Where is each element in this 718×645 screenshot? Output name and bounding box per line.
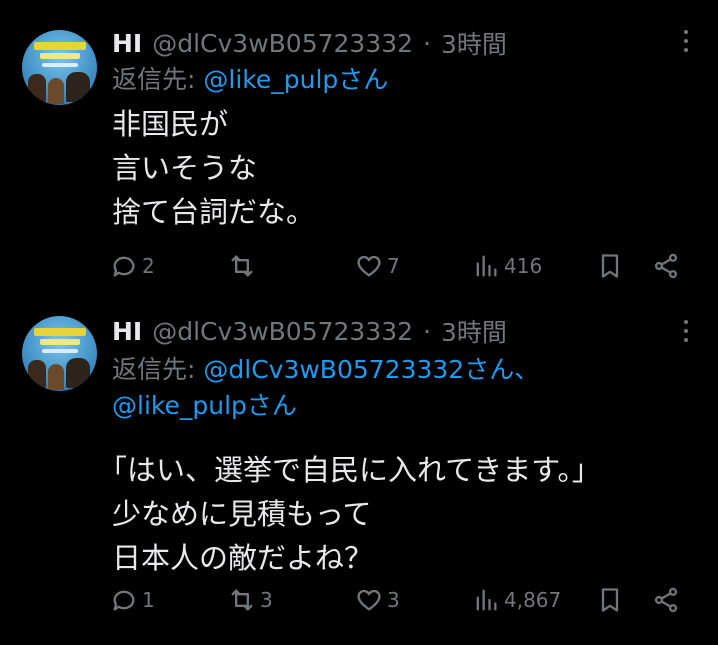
views-button[interactable]: 416 (472, 248, 542, 284)
tweet-text: 非国民が 言いそうな 捨て台詞だな。 (112, 102, 315, 234)
views-icon (476, 255, 497, 277)
display-name[interactable]: HI (112, 317, 142, 346)
avatar[interactable] (22, 316, 97, 391)
reply-count: 2 (142, 254, 155, 278)
share-icon (654, 587, 678, 613)
tweet-text-line: 少なめに見積もって (112, 497, 372, 531)
reply-mention[interactable]: @like_pulpさん (112, 391, 297, 420)
tweet-text-line: 捨て台詞だな。 (112, 195, 316, 229)
like-icon (357, 589, 381, 611)
avatar[interactable] (22, 30, 97, 105)
views-button[interactable]: 4,867 (472, 582, 561, 618)
reply-icon (113, 256, 135, 277)
reply-button[interactable]: 1 (110, 582, 155, 618)
more-icon[interactable] (682, 320, 690, 342)
tweet-header: HI @dlCv3wB05723332 · 3時間 (112, 314, 507, 348)
like-icon (357, 255, 381, 277)
timestamp[interactable]: 3時間 (441, 313, 507, 349)
separator-dot: · (423, 316, 432, 346)
reply-context: 返信先: @dlCv3wB05723332さん、 @like_pulpさん (112, 352, 539, 424)
more-icon[interactable] (682, 30, 690, 52)
tweet-header: HI @dlCv3wB05723332 · 3時間 (112, 26, 507, 60)
reply-count: 1 (142, 588, 155, 612)
share-icon (654, 253, 678, 279)
tweet-text-line: 「はい、選挙で自民に入れてきます。」 (98, 453, 601, 487)
repost-icon (231, 589, 253, 611)
reply-prefix: 返信先: (112, 355, 204, 384)
action-bar: 2 7 416 (110, 248, 690, 284)
action-bar: 1 3 3 4,867 (110, 582, 690, 618)
timestamp[interactable]: 3時間 (441, 25, 507, 61)
tweet-text: 「はい、選挙で自民に入れてきます。」 少なめに見積もって 日本人の敵だよね？ (98, 448, 601, 580)
bookmark-button[interactable] (596, 582, 624, 618)
bookmark-icon (601, 588, 619, 612)
bookmark-button[interactable] (596, 248, 624, 284)
views-icon (476, 589, 497, 611)
share-button[interactable] (652, 582, 680, 618)
tweet-text-line: 日本人の敵だよね？ (112, 541, 374, 575)
reply-icon (113, 590, 135, 611)
tweet[interactable]: HI @dlCv3wB05723332 · 3時間 返信先: @dlCv3wB0… (0, 310, 718, 645)
display-name[interactable]: HI (112, 29, 142, 58)
tweet[interactable]: HI @dlCv3wB05723332 · 3時間 返信先: @like_pul… (0, 0, 718, 310)
views-count: 4,867 (504, 588, 562, 612)
user-handle[interactable]: @dlCv3wB05723332 (152, 317, 413, 346)
bookmark-icon (601, 254, 619, 278)
repost-button[interactable] (228, 248, 260, 284)
repost-button[interactable]: 3 (228, 582, 273, 618)
views-count: 416 (504, 254, 543, 278)
repost-icon (231, 255, 253, 277)
tweet-text-line: 言いそうな (112, 151, 258, 185)
like-count: 7 (387, 254, 400, 278)
reply-mention[interactable]: @like_pulpさん (203, 65, 388, 94)
like-count: 3 (387, 588, 400, 612)
user-handle[interactable]: @dlCv3wB05723332 (152, 29, 413, 58)
tweet-text-line: 非国民が (112, 107, 229, 141)
reply-prefix: 返信先: (112, 65, 204, 94)
repost-count: 3 (260, 588, 273, 612)
like-button[interactable]: 3 (355, 582, 400, 618)
like-button[interactable]: 7 (355, 248, 400, 284)
separator-dot: · (423, 28, 432, 58)
reply-context: 返信先: @like_pulpさん (112, 62, 388, 98)
share-button[interactable] (652, 248, 680, 284)
reply-mention[interactable]: @dlCv3wB05723332さん、 (203, 355, 539, 384)
reply-button[interactable]: 2 (110, 248, 155, 284)
